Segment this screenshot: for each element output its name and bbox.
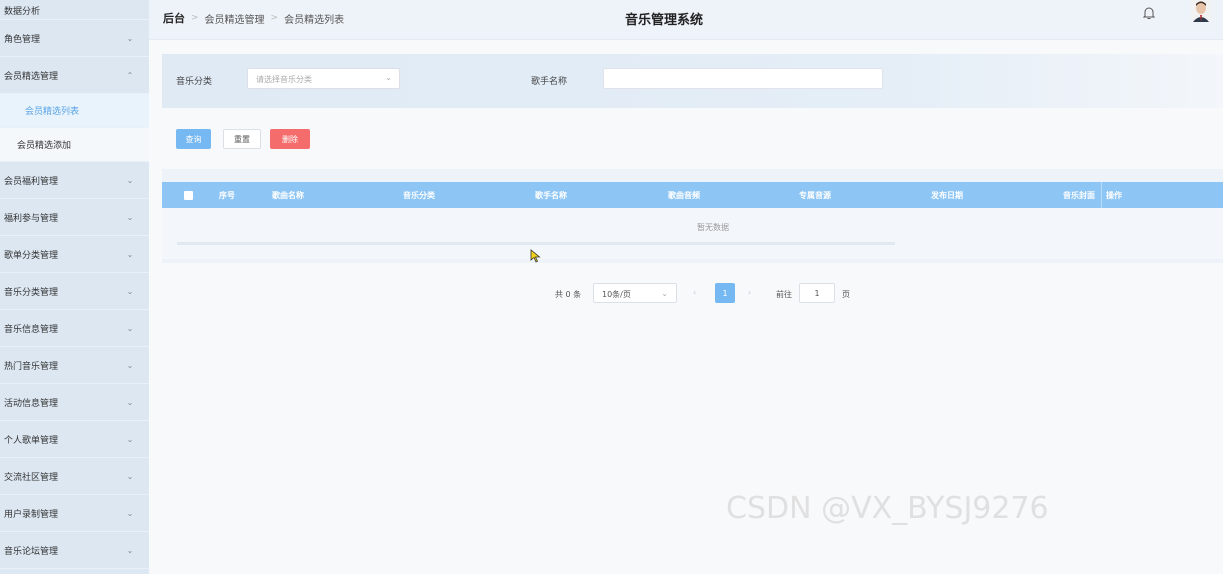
watermark: CSDN @VX_BYSJ9276 [726,491,1049,526]
column-header-singer-name: 歌手名称 [535,191,567,200]
bell-icon[interactable] [1141,5,1157,21]
column-header-music-cover: 音乐封面 [1063,191,1095,200]
sidebar-item-music-info[interactable]: 音乐信息管理 ⌄ [0,310,149,347]
chevron-down-icon: ⌄ [126,471,134,481]
sidebar-item-member-benefit[interactable]: 会员福利管理 ⌄ [0,162,149,199]
singer-name-input[interactable] [603,68,883,89]
column-header-music-category: 音乐分类 [403,191,435,200]
sidebar-item-label: 音乐信息管理 [4,324,59,335]
breadcrumb-home[interactable]: 后台 [163,10,185,26]
sidebar-item-label: 歌单分类管理 [4,250,59,261]
sidebar-item-data-analysis[interactable]: 数据分析 [0,0,149,20]
delete-button[interactable]: 删除 [270,129,310,149]
sidebar-item-user-recording[interactable]: 用户录制管理 ⌄ [0,495,149,532]
category-select[interactable]: 请选择音乐分类 ⌄ [247,68,400,89]
goto-label: 前往 [776,290,792,299]
sidebar-item-label: 角色管理 [4,34,41,45]
filter-bar: 音乐分类 请选择音乐分类 ⌄ 歌手名称 [162,54,1223,108]
chevron-down-icon: ⌄ [126,249,134,259]
page-number-current[interactable]: 1 [715,283,735,303]
sidebar-item-label: 会员福利管理 [4,176,59,187]
page-suffix-label: 页 [842,290,850,299]
query-button[interactable]: 查询 [176,129,211,149]
top-header: 后台 > 会员精选管理 > 会员精选列表 音乐管理系统 [149,0,1223,40]
chevron-down-icon: ⌄ [126,434,134,444]
chevron-down-icon: ⌄ [126,323,134,333]
column-header-exclusive-source: 专属音源 [799,191,831,200]
sidebar-item-label: 会员精选管理 [4,71,59,82]
select-all-checkbox[interactable] [184,191,193,200]
avatar[interactable] [1191,0,1211,22]
pagination: 共 0 条 10条/页 ⌄ ‹ 1 › 前往 1 页 [149,283,1223,303]
sidebar-item-label: 数据分析 [4,7,41,17]
sidebar: 数据分析 角色管理 ⌄ 会员精选管理 ⌃ 会员精选列表 会员精选添加 会员福利管… [0,0,149,574]
table-header-row: 序号 歌曲名称 音乐分类 歌手名称 歌曲音频 专属音源 发布日期 音乐封面 操作 [162,182,1223,208]
breadcrumb-level2: 会员精选列表 [284,14,345,26]
sidebar-item-benefit-participation[interactable]: 福利参与管理 ⌄ [0,199,149,236]
page-title: 音乐管理系统 [625,13,704,28]
sidebar-subitem-member-selection-list[interactable]: 会员精选列表 [0,94,149,128]
pagination-total: 共 0 条 [555,290,582,299]
chevron-down-icon: ⌄ [126,508,134,518]
breadcrumb-separator-icon: > [270,13,279,23]
chevron-down-icon: ⌄ [126,286,134,296]
sidebar-item-role-management[interactable]: 角色管理 ⌄ [0,20,149,57]
sidebar-subitem-label: 会员精选列表 [25,107,80,117]
table-body: 暂无数据 [162,208,1223,259]
prev-page-icon[interactable]: ‹ [693,288,696,297]
sidebar-item-hot-music[interactable]: 热门音乐管理 ⌄ [0,347,149,384]
sidebar-item-music-forum[interactable]: 音乐论坛管理 ⌄ [0,532,149,569]
column-header-release-date: 发布日期 [931,191,963,200]
chevron-down-icon: ⌄ [661,289,668,298]
goto-page-input[interactable]: 1 [799,283,835,303]
mouse-cursor-icon [530,249,542,266]
chevron-down-icon: ⌄ [385,73,392,82]
sidebar-item-label: 音乐论坛管理 [4,546,59,557]
breadcrumb-level1[interactable]: 会员精选管理 [205,11,265,26]
sidebar-item-member-selection-management[interactable]: 会员精选管理 ⌃ [0,57,149,94]
next-page-icon[interactable]: › [748,288,751,297]
chevron-down-icon: ⌄ [126,33,134,43]
sidebar-item-label: 活动信息管理 [4,398,59,409]
empty-data-text: 暂无数据 [697,223,729,232]
sidebar-item-label: 交流社区管理 [4,472,59,483]
sidebar-item-label: 热门音乐管理 [4,361,59,372]
horizontal-scrollbar[interactable] [177,242,895,245]
sidebar-subitem-member-selection-add[interactable]: 会员精选添加 [0,128,149,162]
chevron-up-icon: ⌃ [126,70,134,80]
reset-button[interactable]: 重置 [223,129,261,149]
sidebar-subitem-label: 会员精选添加 [17,141,72,151]
category-filter-label: 音乐分类 [176,77,213,87]
sidebar-item-personal-playlist[interactable]: 个人歌单管理 ⌄ [0,421,149,458]
sidebar-item-label: 个人歌单管理 [4,435,59,446]
column-header-song-name: 歌曲名称 [272,191,304,200]
breadcrumb: 后台 > 会员精选管理 > 会员精选列表 [163,10,344,26]
singer-filter-label: 歌手名称 [531,77,568,87]
sidebar-item-playlist-category[interactable]: 歌单分类管理 ⌄ [0,236,149,273]
page-size-value: 10条/页 [602,290,631,299]
sidebar-item-label: 福利参与管理 [4,213,59,224]
category-select-placeholder: 请选择音乐分类 [256,75,312,84]
chevron-down-icon: ⌄ [126,360,134,370]
sidebar-item-music-category[interactable]: 音乐分类管理 ⌄ [0,273,149,310]
page-size-select[interactable]: 10条/页 ⌄ [593,283,677,303]
sidebar-item-activity-info[interactable]: 活动信息管理 ⌄ [0,384,149,421]
column-header-actions: 操作 [1106,191,1122,200]
sidebar-item-label: 音乐分类管理 [4,287,59,298]
sidebar-item-label: 用户录制管理 [4,509,59,520]
column-header-index: 序号 [219,191,235,200]
column-divider [1101,182,1102,208]
breadcrumb-separator-icon: > [191,13,199,23]
chevron-down-icon: ⌄ [126,212,134,222]
chevron-down-icon: ⌄ [126,175,134,185]
data-table: 序号 歌曲名称 音乐分类 歌手名称 歌曲音频 专属音源 发布日期 音乐封面 操作… [162,169,1223,263]
sidebar-item-community[interactable]: 交流社区管理 ⌄ [0,458,149,495]
chevron-down-icon: ⌄ [126,397,134,407]
chevron-down-icon: ⌄ [126,545,134,555]
main-content: 音乐分类 请选择音乐分类 ⌄ 歌手名称 查询 重置 删除 序号 歌曲名称 音乐分… [149,40,1223,574]
column-header-song-audio: 歌曲音频 [668,191,700,200]
